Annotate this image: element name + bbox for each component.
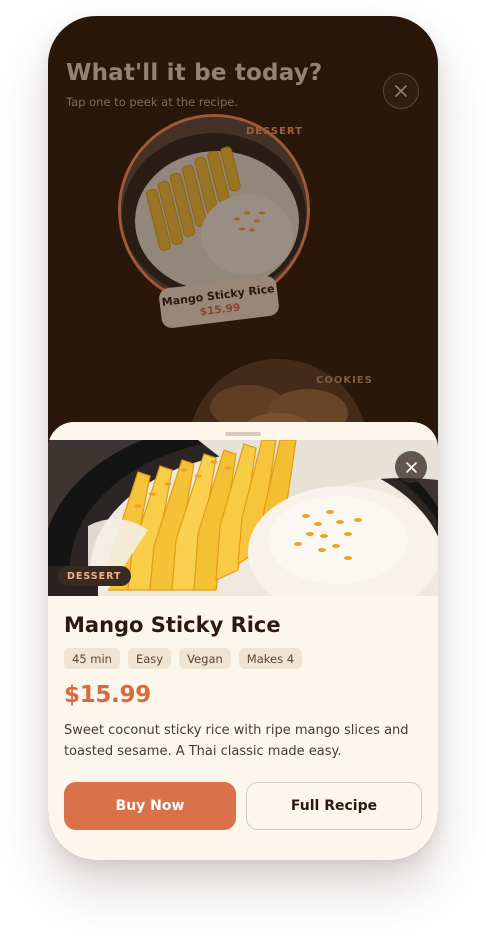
recipe-hero-image: DESSERT (48, 440, 438, 596)
tag-difficulty: Easy (127, 648, 172, 669)
recipe-description: Sweet coconut sticky rice with ripe mang… (64, 723, 409, 759)
close-icon (405, 461, 417, 473)
featured-dish-price: $15.99 (199, 301, 241, 318)
buy-now-button[interactable]: Buy Now (64, 782, 236, 830)
featured-dish-plate[interactable] (118, 114, 310, 306)
recipe-price: $15.99 (64, 682, 151, 708)
sheet-drag-handle[interactable] (225, 432, 261, 436)
category-badge: DESSERT (58, 566, 131, 586)
tag-time: 45 min (64, 648, 120, 669)
full-recipe-button[interactable]: Full Recipe (246, 782, 422, 830)
recipe-tags: 45 min Easy Vegan Makes 4 (64, 648, 303, 669)
tag-diet: Vegan (179, 648, 231, 669)
page-subtitle: Tap one to peek at the recipe. (66, 95, 238, 109)
recipe-title: Mango Sticky Rice (64, 613, 281, 637)
next-dish-category: COOKIES (316, 375, 373, 386)
recipe-bottom-sheet: DESSERT Mango Sticky Rice 45 min Easy Ve… (48, 422, 438, 860)
phone-frame: What'll it be today? Tap one to peek at … (48, 16, 438, 860)
sheet-close-button[interactable] (395, 451, 427, 483)
featured-dish-category: DESSERT (246, 126, 303, 137)
tag-servings: Makes 4 (238, 648, 303, 669)
page-title: What'll it be today? (66, 60, 323, 86)
carousel-close-button[interactable] (383, 73, 419, 109)
close-icon (395, 85, 407, 97)
mango-sticky-rice-thumbnail (121, 117, 307, 303)
